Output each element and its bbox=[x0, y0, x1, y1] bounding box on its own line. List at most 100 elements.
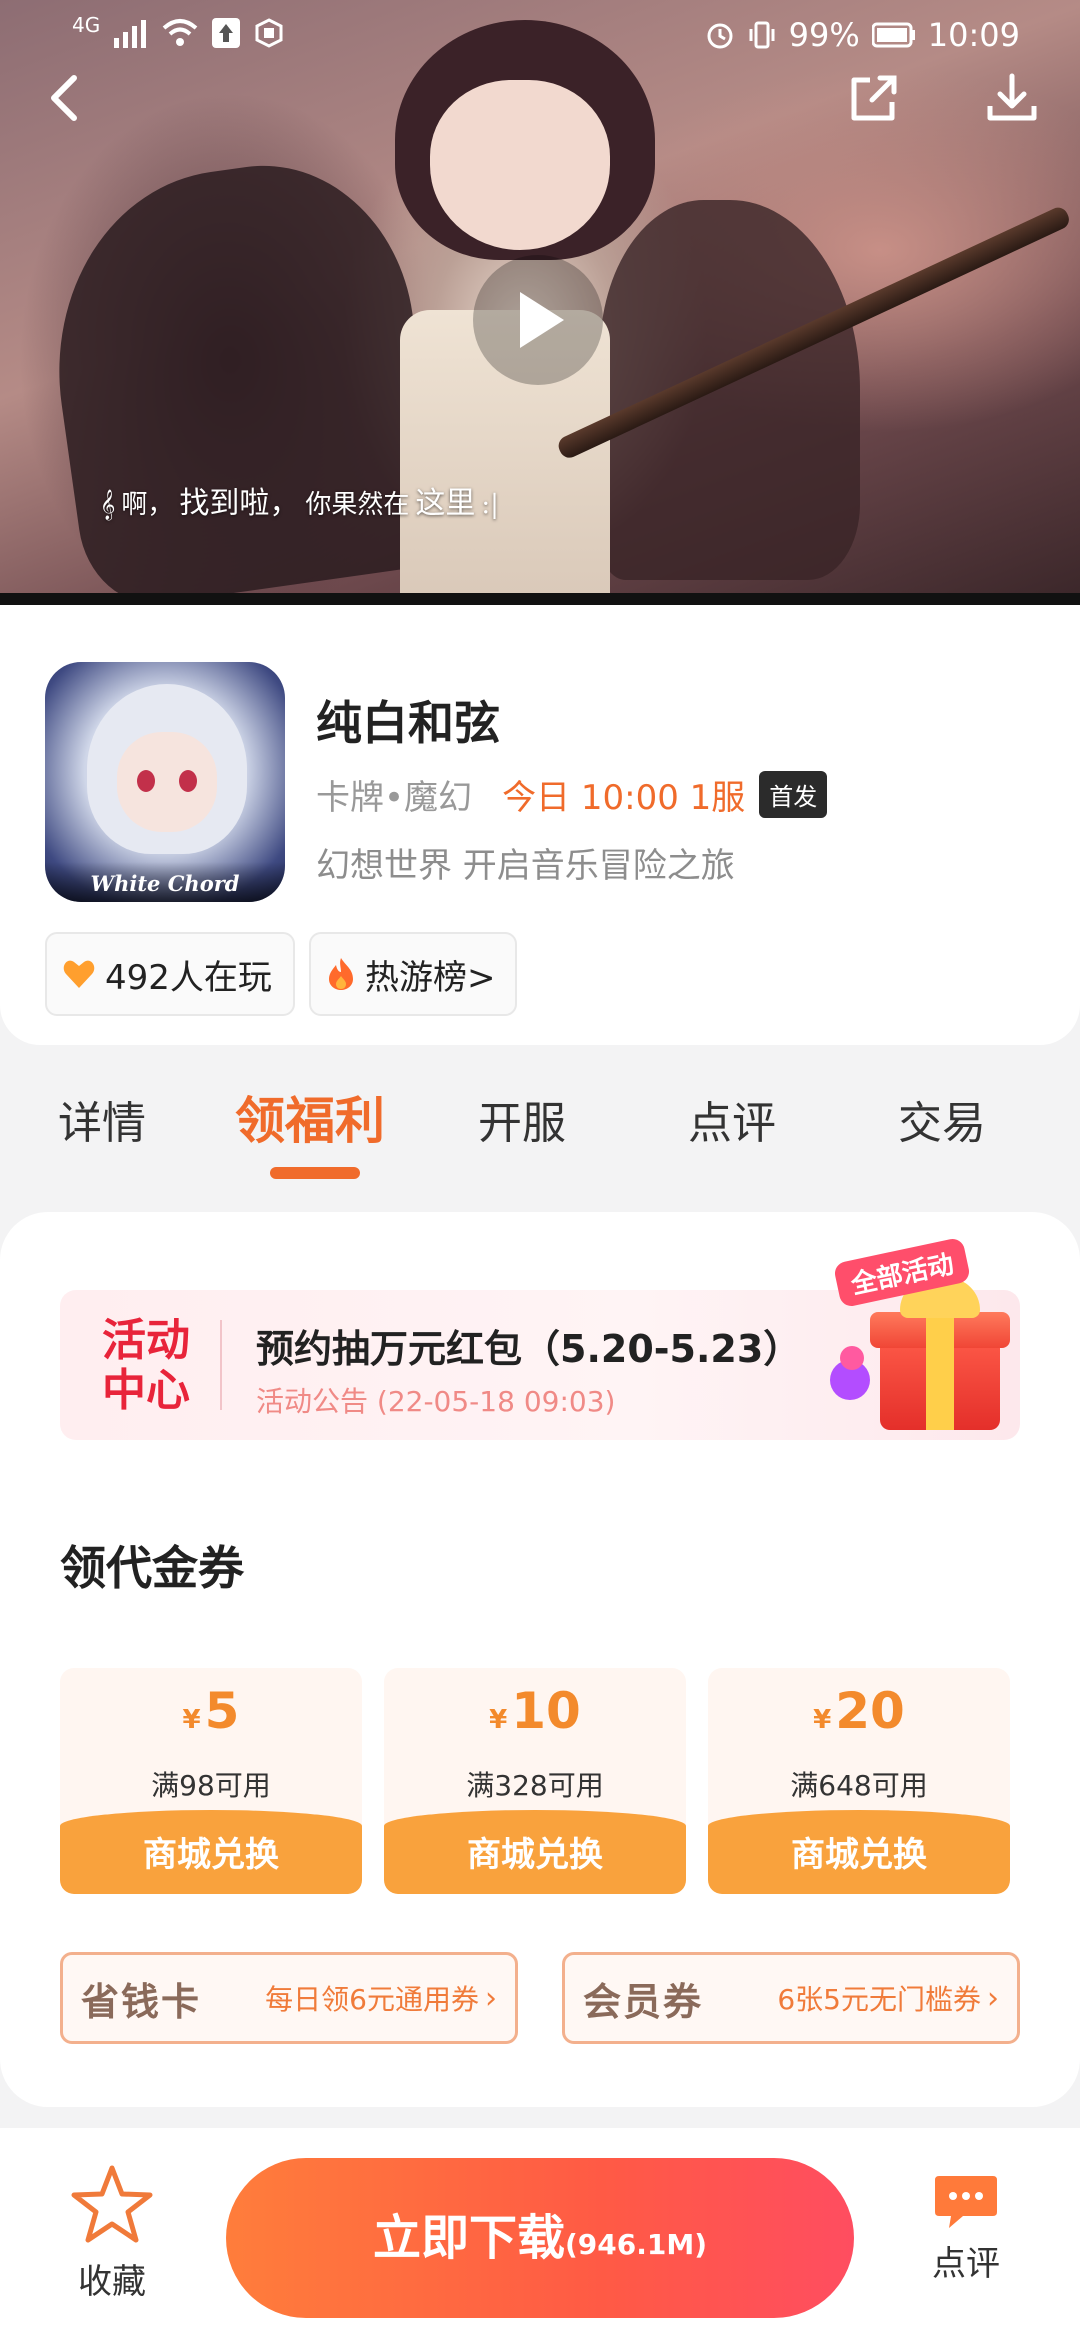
currency-symbol: ¥ bbox=[489, 1705, 508, 1735]
coupon-amount-value: 20 bbox=[835, 1682, 905, 1740]
app-info-card: White Chord 纯白和弦 卡牌•魔幻 今日 10:00 1服 首发 幻想… bbox=[0, 605, 1080, 1045]
upload-icon bbox=[212, 18, 241, 48]
coupon-condition: 满328可用 bbox=[466, 1769, 604, 1802]
hero-progress-track bbox=[0, 593, 1080, 605]
coupon-condition: 满648可用 bbox=[790, 1769, 928, 1802]
fire-icon bbox=[329, 958, 353, 990]
currency-symbol: ¥ bbox=[182, 1705, 201, 1735]
music-note-icon: 𝄞 bbox=[100, 490, 116, 520]
signal-icon bbox=[114, 20, 147, 48]
activity-divider bbox=[220, 1320, 222, 1410]
subtitle-part-3: 你果然在 bbox=[305, 490, 410, 520]
app-icon: White Chord bbox=[45, 662, 285, 902]
alarm-icon bbox=[707, 23, 733, 49]
saving-card-button[interactable]: 省钱卡 每日领6元通用券 › bbox=[60, 1952, 518, 2044]
clock-time: 10:09 bbox=[927, 16, 1020, 54]
app-description: 幻想世界 开启音乐冒险之旅 bbox=[316, 846, 735, 886]
chevron-left-icon bbox=[51, 75, 77, 121]
hot-list-chip[interactable]: 热游榜> bbox=[309, 932, 517, 1016]
member-coupon-button[interactable]: 会员券 6张5元无门槛券 › bbox=[562, 1952, 1020, 2044]
subtitle-part-1: 啊， bbox=[121, 490, 174, 520]
players-count-chip[interactable]: 492人在玩 bbox=[45, 932, 295, 1016]
coupon-amount: ¥5 bbox=[60, 1682, 362, 1740]
coupon-amount: ¥10 bbox=[384, 1682, 686, 1740]
active-tab-indicator bbox=[270, 1167, 360, 1179]
app-detail-page: 4G 99% 10:09 𝄞 啊， 找到啦， 你果然在 这里:| White … bbox=[0, 0, 1080, 2340]
member-coupon-name: 会员券 bbox=[583, 1979, 704, 2024]
status-bar: 4G 99% 10:09 bbox=[0, 0, 1080, 70]
currency-symbol: ¥ bbox=[813, 1705, 832, 1735]
hero-art-cape-right bbox=[600, 200, 860, 580]
first-launch-badge: 首发 bbox=[759, 771, 828, 818]
server-open-time: 今日 10:00 1服 bbox=[502, 778, 746, 818]
music-end-icon: :| bbox=[481, 490, 499, 520]
app-genre: 卡牌•魔幻 bbox=[316, 778, 473, 818]
welfare-panel: 活动 中心 预约抽万元红包（5.20-5.23） 活动公告 (22-05-18 … bbox=[0, 1212, 1080, 2107]
coupon-amount: ¥20 bbox=[708, 1682, 1010, 1740]
subtitle-part-2: 找到啦， bbox=[179, 486, 300, 521]
hot-list-label: 热游榜> bbox=[365, 957, 496, 998]
back-button[interactable] bbox=[24, 58, 104, 138]
saving-card-desc: 每日领6元通用券 bbox=[265, 1983, 479, 2016]
coupon-redeem-button[interactable]: 商城兑换 bbox=[60, 1810, 362, 1894]
wifi-icon bbox=[162, 19, 198, 46]
app-notification-icon bbox=[255, 18, 283, 48]
download-size: (946.1M) bbox=[564, 2228, 708, 2261]
hero-video-banner[interactable]: 4G 99% 10:09 𝄞 啊， 找到啦， 你果然在 这里:| bbox=[0, 0, 1080, 605]
vibrate-icon bbox=[749, 21, 775, 49]
hero-art-face bbox=[430, 80, 610, 250]
share-button[interactable] bbox=[834, 58, 914, 138]
app-icon-art-eye bbox=[179, 770, 197, 792]
share-icon bbox=[851, 75, 897, 121]
balloon-icon bbox=[840, 1346, 864, 1370]
detail-tabs: 详情 领福利 开服 点评 交易 bbox=[0, 1045, 1080, 1215]
coupon-redeem-button[interactable]: 商城兑换 bbox=[708, 1810, 1010, 1894]
download-icon-button[interactable] bbox=[972, 58, 1052, 138]
favorite-button[interactable]: 收藏 bbox=[62, 2164, 162, 2303]
member-coupon-desc: 6张5元无门槛券 bbox=[777, 1983, 981, 2016]
app-icon-logo: White Chord bbox=[45, 862, 285, 902]
coupon-amount-value: 5 bbox=[204, 1682, 240, 1740]
chevron-right-icon: › bbox=[485, 1980, 497, 2016]
review-button[interactable]: 点评 bbox=[916, 2174, 1016, 2285]
saving-card-name: 省钱卡 bbox=[81, 1979, 202, 2024]
all-activities-button[interactable]: 全部活动 bbox=[830, 1236, 1020, 1440]
play-icon bbox=[520, 292, 564, 348]
review-label: 点评 bbox=[932, 2244, 1000, 2284]
tab-server-open[interactable]: 开服 bbox=[478, 1087, 566, 1151]
chevron-right-icon: › bbox=[987, 1980, 999, 2016]
app-icon-art-eye bbox=[137, 770, 155, 792]
coupon-condition: 满98可用 bbox=[151, 1769, 271, 1802]
heart-icon bbox=[63, 960, 95, 988]
subtitle-part-4: 这里 bbox=[415, 486, 476, 521]
tab-trade[interactable]: 交易 bbox=[898, 1087, 986, 1151]
coupon-card[interactable]: ¥10 满328可用 商城兑换 bbox=[384, 1668, 686, 1894]
activity-subtitle: 活动公告 (22-05-18 09:03) bbox=[256, 1385, 616, 1418]
battery-icon bbox=[871, 22, 915, 48]
app-meta-row: 卡牌•魔幻 今日 10:00 1服 首发 bbox=[316, 770, 828, 819]
chat-bubble-icon bbox=[935, 2176, 997, 2228]
tab-details[interactable]: 详情 bbox=[58, 1087, 146, 1151]
activity-center-label: 活动 中心 bbox=[96, 1316, 196, 1416]
play-button[interactable] bbox=[473, 255, 603, 385]
bottom-action-bar: 收藏 立即下载(946.1M) 点评 bbox=[0, 2128, 1080, 2340]
app-title: 纯白和弦 bbox=[316, 696, 500, 750]
coupon-card[interactable]: ¥20 满648可用 商城兑换 bbox=[708, 1668, 1010, 1894]
coupon-redeem-button[interactable]: 商城兑换 bbox=[384, 1810, 686, 1894]
tab-welfare[interactable]: 领福利 bbox=[235, 1081, 385, 1153]
coupon-card[interactable]: ¥5 满98可用 商城兑换 bbox=[60, 1668, 362, 1894]
video-subtitle: 𝄞 啊， 找到啦， 你果然在 这里 :| bbox=[100, 478, 499, 522]
battery-percent: 99% bbox=[788, 16, 860, 54]
app-icon-art-face bbox=[117, 732, 217, 832]
signal-label: 4G bbox=[72, 13, 101, 37]
download-now-button[interactable]: 立即下载(946.1M) bbox=[226, 2158, 854, 2318]
tab-reviews[interactable]: 点评 bbox=[688, 1087, 776, 1151]
coupon-amount-value: 10 bbox=[511, 1682, 581, 1740]
activity-label-line1: 活动 bbox=[102, 1315, 190, 1366]
favorite-label: 收藏 bbox=[78, 2262, 146, 2302]
activity-title: 预约抽万元红包（5.20-5.23） bbox=[256, 1327, 802, 1371]
download-label: 立即下载 bbox=[372, 2210, 565, 2266]
download-icon bbox=[987, 73, 1037, 121]
activity-center-banner[interactable]: 活动 中心 预约抽万元红包（5.20-5.23） 活动公告 (22-05-18 … bbox=[60, 1236, 1020, 1440]
star-icon bbox=[71, 2165, 153, 2243]
